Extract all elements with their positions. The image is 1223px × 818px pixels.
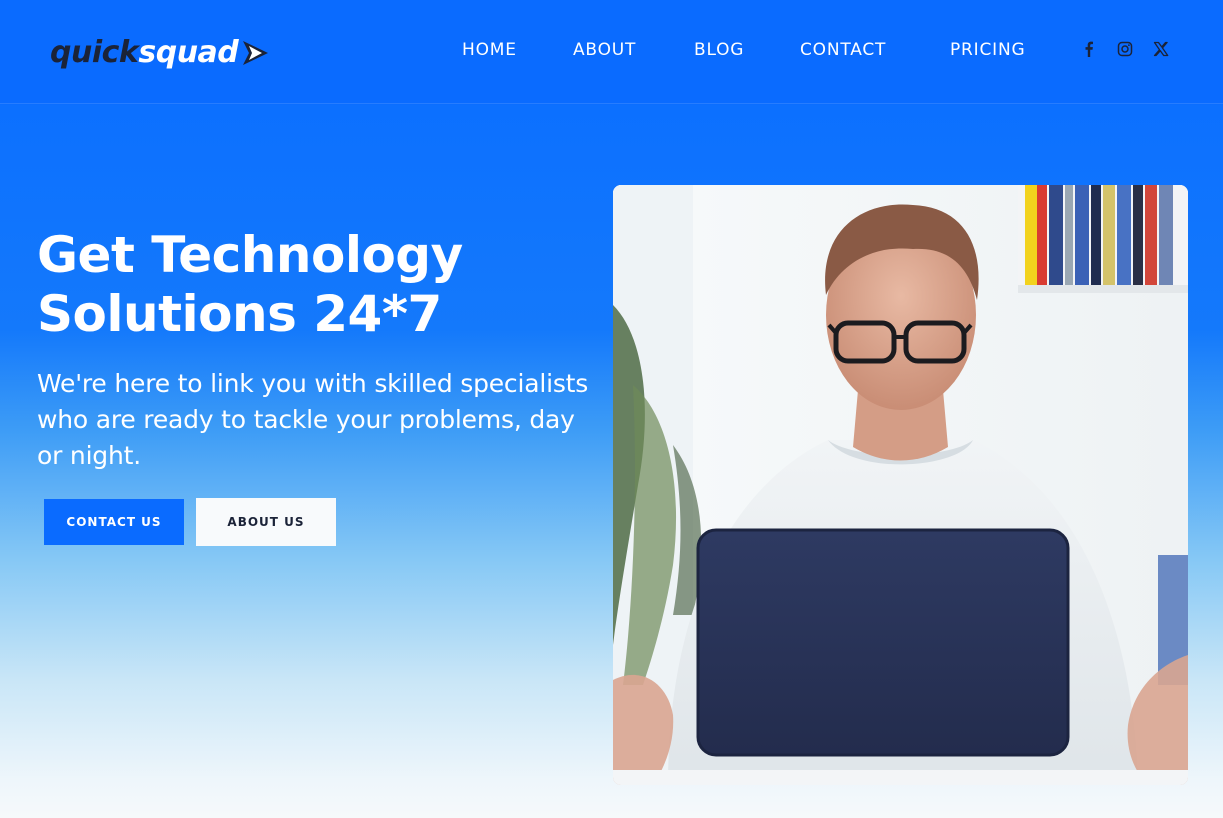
contact-us-button[interactable]: CONTACT US [44, 499, 184, 545]
man-working-on-laptop-photo [613, 185, 1188, 785]
nav-item-home[interactable]: HOME [462, 40, 517, 60]
x-twitter-icon[interactable] [1152, 40, 1170, 58]
logo-text-quick: quick [50, 35, 139, 70]
hero-subtitle-line1: We're here to link you with skilled spec… [37, 369, 589, 398]
hero-title-line1: Get Technology [37, 226, 463, 284]
hero-title: Get Technology Solutions 24*7 [37, 226, 597, 344]
logo-text-squad: squad [138, 35, 239, 70]
hero-subtitle: We're here to link you with skilled spec… [37, 366, 607, 474]
nav-item-about[interactable]: ABOUT [573, 40, 636, 60]
hero-photo [613, 185, 1188, 785]
social-links [1080, 40, 1170, 58]
hero-subtitle-line2: who are ready to tackle your problems, d… [37, 405, 575, 434]
instagram-icon[interactable] [1116, 40, 1134, 58]
site-header: quicksquad HOME ABOUT BLOG CONTACT PRICI… [0, 0, 1223, 104]
hero-subtitle-line3: or night. [37, 441, 141, 470]
about-us-button[interactable]: ABOUT US [196, 498, 336, 546]
landing-page: quicksquad HOME ABOUT BLOG CONTACT PRICI… [0, 0, 1223, 818]
brand-logo[interactable]: quicksquad [50, 33, 272, 73]
nav-item-pricing[interactable]: PRICING [950, 40, 1025, 60]
nav-item-contact[interactable]: CONTACT [800, 40, 886, 60]
logo-wordmark: quicksquad [50, 35, 239, 70]
hero-title-line2: Solutions 24*7 [37, 285, 442, 343]
facebook-icon[interactable] [1080, 40, 1098, 58]
nav-item-blog[interactable]: BLOG [694, 40, 744, 60]
play-arrow-icon [243, 41, 269, 65]
